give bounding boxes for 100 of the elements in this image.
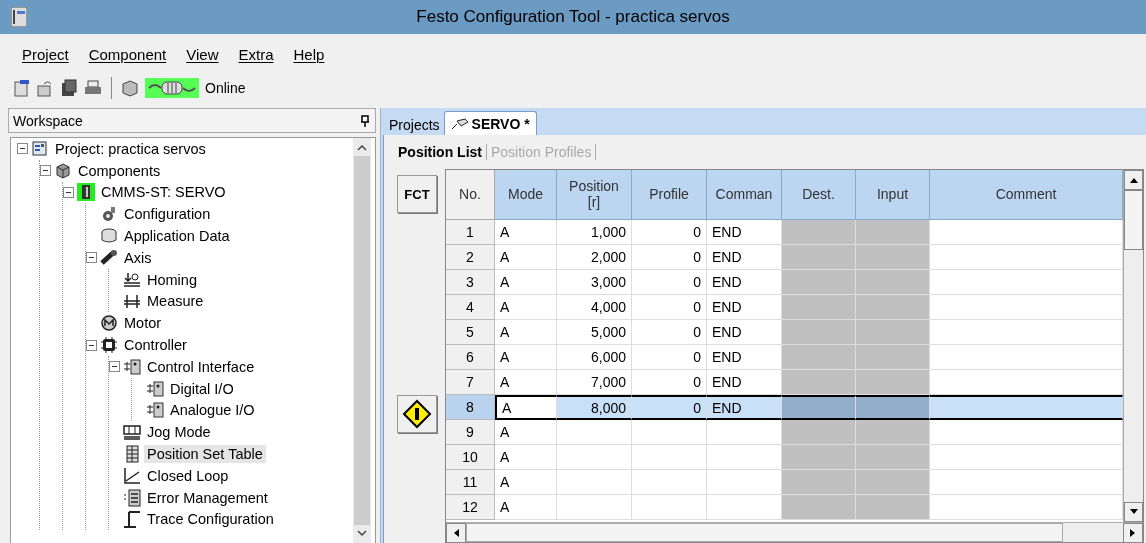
table-cell: A <box>495 295 557 320</box>
table-cell: 8,000 <box>557 395 632 420</box>
menu-item[interactable]: Extra <box>228 45 284 63</box>
scroll-thumb[interactable] <box>466 523 1063 542</box>
tree-item[interactable]: Control Interface <box>144 357 258 376</box>
package-icon[interactable] <box>121 79 139 97</box>
table-cell: 6,000 <box>557 345 632 370</box>
save-icon[interactable] <box>60 79 78 97</box>
column-header[interactable]: Comman <box>707 170 782 220</box>
row-header[interactable]: 2 <box>446 245 495 270</box>
collapse-toggle[interactable] <box>86 252 97 264</box>
column-header[interactable]: Mode <box>495 170 557 220</box>
tree-item[interactable]: Error Management <box>144 488 271 507</box>
row-header[interactable]: 8 <box>446 395 495 420</box>
left-arrow-icon <box>453 529 459 537</box>
row-header[interactable]: 7 <box>446 370 495 395</box>
row-header[interactable]: 12 <box>446 495 495 520</box>
tree-item[interactable]: Controller <box>121 336 190 355</box>
table-cell: A <box>495 445 557 470</box>
menu-item[interactable]: Project <box>12 45 79 63</box>
io-icon <box>146 401 164 420</box>
collapse-toggle[interactable] <box>86 339 97 351</box>
connection-status: Online <box>205 80 246 96</box>
row-header[interactable]: 4 <box>446 295 495 320</box>
warning-button[interactable] <box>397 395 437 433</box>
tree-item[interactable]: Homing <box>144 270 200 289</box>
panel-title: Workspace <box>13 112 83 129</box>
collapse-toggle[interactable] <box>63 187 74 198</box>
row-header[interactable]: 9 <box>446 420 495 445</box>
tree-item[interactable]: Configuration <box>121 205 214 224</box>
pin-icon[interactable] <box>361 114 369 127</box>
column-header[interactable]: Position [r] <box>557 170 632 220</box>
scroll-right-button[interactable] <box>1123 523 1143 542</box>
table-cell: A <box>495 345 557 370</box>
tab[interactable]: Projects <box>385 115 444 135</box>
table-cell: A <box>495 495 557 520</box>
row-header[interactable]: 11 <box>446 470 495 495</box>
scroll-down-button[interactable] <box>1124 502 1143 522</box>
table-cell: A <box>495 270 557 295</box>
print-icon[interactable] <box>84 79 102 97</box>
tree-item[interactable]: Digital I/O <box>167 379 237 398</box>
scrollbar[interactable] <box>1123 170 1143 522</box>
new-file-icon[interactable] <box>12 79 30 97</box>
tree-item[interactable]: Position Set Table <box>144 445 266 464</box>
open-icon[interactable] <box>36 79 54 97</box>
row-header[interactable]: 6 <box>446 345 495 370</box>
menu-item[interactable]: View <box>176 45 229 63</box>
table-cell: 0 <box>632 395 707 420</box>
app-icon <box>11 7 27 27</box>
table-cell: A <box>495 395 557 420</box>
scroll-thumb[interactable] <box>1124 190 1143 250</box>
menu-item[interactable]: Help <box>283 45 335 63</box>
column-header[interactable]: Profile <box>632 170 707 220</box>
table-cell: A <box>495 470 557 495</box>
column-header[interactable]: No. <box>446 170 495 220</box>
motor-icon <box>100 314 118 333</box>
row-header[interactable]: 1 <box>446 220 495 245</box>
collapse-toggle[interactable] <box>17 143 28 155</box>
io-icon <box>123 357 141 376</box>
menu-item[interactable]: Component <box>78 45 177 63</box>
collapse-toggle[interactable] <box>109 361 120 373</box>
tree-item[interactable]: Jog Mode <box>144 423 214 442</box>
tree-item[interactable]: Analogue I/O <box>167 401 258 420</box>
tree-item[interactable]: Project: practica servos <box>52 139 209 158</box>
table-cell: 0 <box>632 220 707 245</box>
scroll-left-button[interactable] <box>446 523 466 542</box>
column-header[interactable]: Comment <box>930 170 1123 220</box>
measure-icon <box>123 292 141 311</box>
tree-item[interactable]: Trace Configuration <box>144 510 277 529</box>
row-header[interactable]: 3 <box>446 270 495 295</box>
tree-item[interactable]: Components <box>75 161 164 180</box>
tree-item[interactable]: Axis <box>121 248 155 267</box>
scroll-thumb[interactable] <box>354 156 370 525</box>
scrollbar[interactable] <box>353 138 371 543</box>
gear-icon <box>100 205 118 224</box>
connection-icon[interactable] <box>145 78 199 98</box>
tree-item[interactable]: Application Data <box>121 227 233 246</box>
warning-icon <box>402 399 432 429</box>
tree-item[interactable]: Motor <box>121 314 165 333</box>
tree-item[interactable]: Measure <box>144 292 207 311</box>
table-cell: 1,000 <box>557 220 632 245</box>
axis-icon <box>100 248 118 267</box>
table-cell: 4,000 <box>557 295 632 320</box>
tab[interactable]: Position List <box>398 144 487 160</box>
row-header[interactable]: 10 <box>446 445 495 470</box>
row-header[interactable]: 5 <box>446 320 495 345</box>
collapse-toggle[interactable] <box>40 165 51 177</box>
scrollbar[interactable] <box>446 522 1143 542</box>
scroll-down-icon[interactable] <box>357 529 367 537</box>
scroll-up-icon[interactable] <box>357 144 367 152</box>
tree-item[interactable]: CMMS-ST: SERVO <box>98 183 229 202</box>
scroll-up-button[interactable] <box>1124 170 1143 190</box>
table-cell: 3,000 <box>557 270 632 295</box>
cube-icon <box>54 161 72 180</box>
table-cell: 0 <box>632 295 707 320</box>
io-icon <box>146 379 164 398</box>
fct-button[interactable]: FCT <box>397 175 437 213</box>
homing-icon <box>123 270 141 289</box>
tree-item[interactable]: Closed Loop <box>144 466 232 485</box>
tab[interactable]: SERVO * <box>443 111 537 135</box>
